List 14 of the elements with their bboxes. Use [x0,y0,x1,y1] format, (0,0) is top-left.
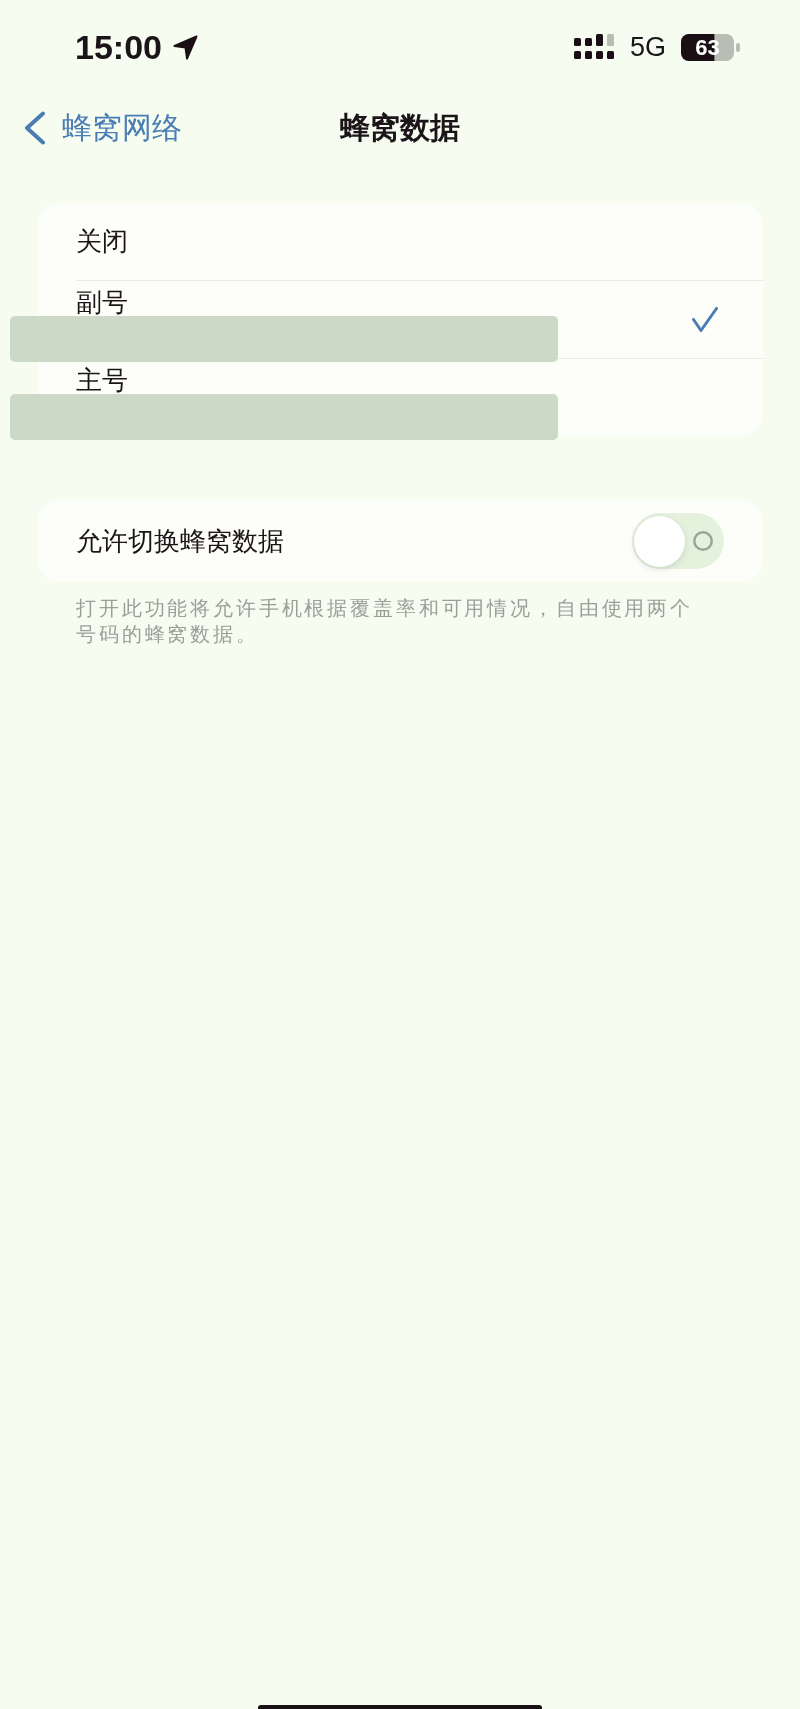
back-chevron-icon [24,111,46,145]
toggle-switch[interactable] [632,513,724,569]
location-arrow-icon [172,34,198,60]
footer-note: 打开此功能将允许手机根据覆盖率和可用情况，自由使用两个号码的蜂窝数据。 [76,595,694,647]
status-time: 15:00 [75,27,162,67]
network-type: 5G [629,31,666,64]
sim-option-label[interactable]: 副号 [76,289,128,316]
back-button[interactable]: 蜂窝网络 [24,108,182,148]
switch-label: 允许切换蜂窝数据 [76,525,284,558]
sim-option-label[interactable]: 主号 [76,367,128,394]
off-label-icon [693,531,713,551]
sim-option-label[interactable]: 关闭 [76,228,128,255]
signal-icon [573,34,615,60]
page-title: 蜂窝数据 [340,109,460,147]
